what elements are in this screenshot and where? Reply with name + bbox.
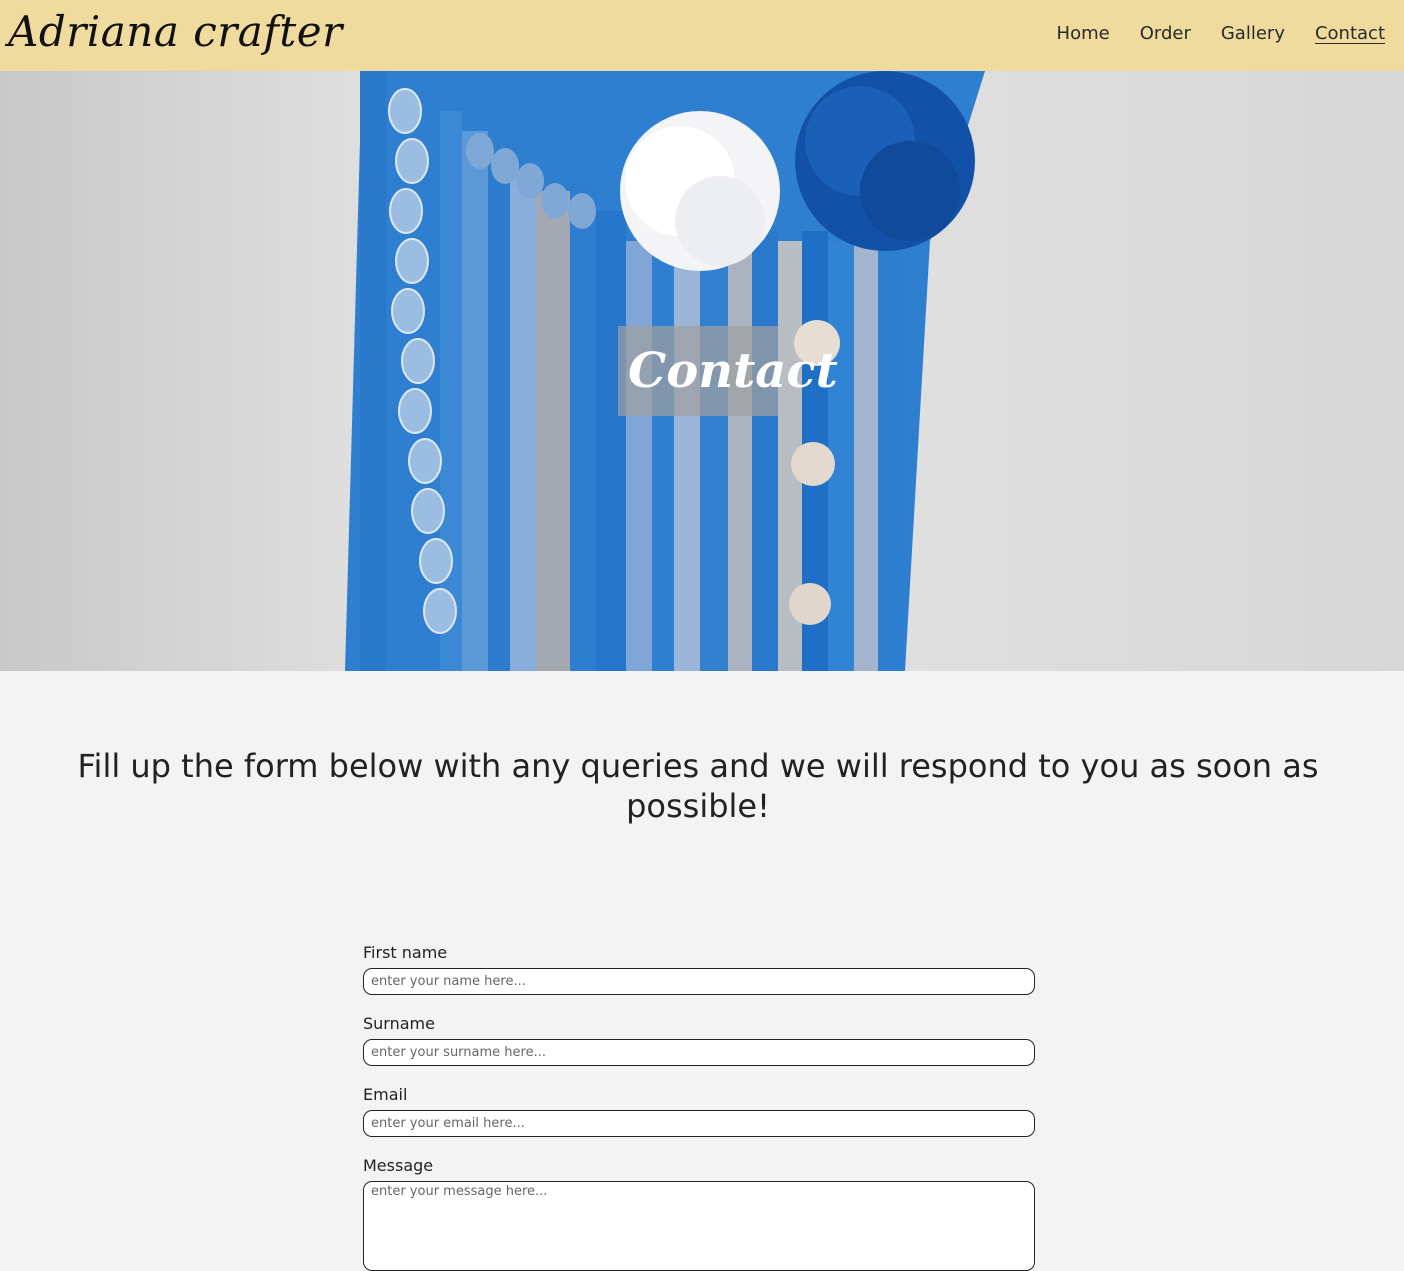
hero-title-box: Contact xyxy=(618,326,838,416)
site-header: Adriana crafter Home Order Gallery Conta… xyxy=(0,0,1404,71)
page-title: Contact xyxy=(628,343,838,399)
message-label: Message xyxy=(363,1156,434,1175)
email-input[interactable] xyxy=(363,1110,1035,1137)
first-name-input[interactable] xyxy=(363,968,1035,995)
surname-input[interactable] xyxy=(363,1039,1035,1066)
nav-gallery-link[interactable]: Gallery xyxy=(1221,20,1285,48)
email-label: Email xyxy=(363,1085,408,1104)
main-nav: Home Order Gallery Contact xyxy=(1057,20,1385,48)
hero-banner: Contact xyxy=(0,71,1404,671)
intro-text: Fill up the form below with any queries … xyxy=(77,747,1319,825)
contact-form: First name Surname Email Message xyxy=(363,942,1035,1271)
site-logo[interactable]: Adriana crafter xyxy=(8,4,343,60)
first-name-label: First name xyxy=(363,943,448,962)
nav-home-link[interactable]: Home xyxy=(1057,20,1110,48)
message-textarea[interactable] xyxy=(363,1181,1035,1271)
nav-order-link[interactable]: Order xyxy=(1140,20,1191,48)
surname-label: Surname xyxy=(363,1014,435,1033)
nav-contact-link[interactable]: Contact xyxy=(1315,20,1385,48)
